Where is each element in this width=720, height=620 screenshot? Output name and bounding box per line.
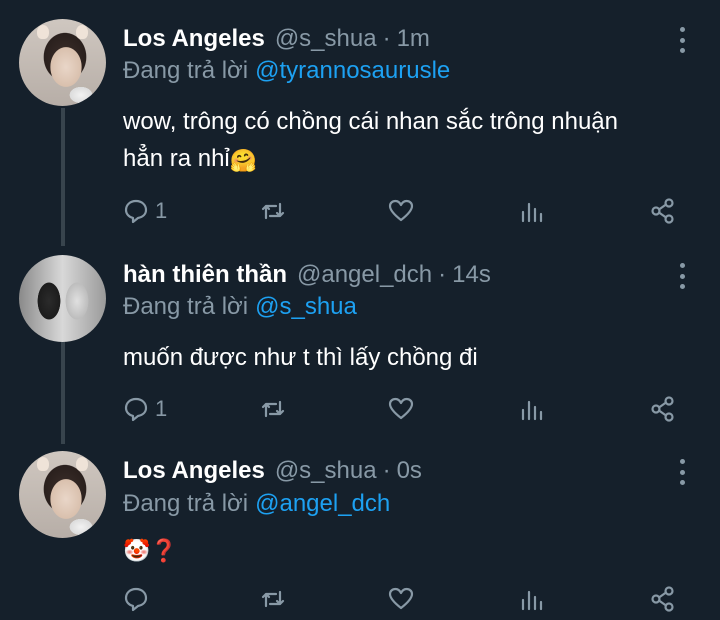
avatar[interactable]: [19, 19, 106, 106]
like-icon: [388, 587, 414, 610]
tweet-text: wow, trông có chồng cái nhan sắc trông n…: [123, 103, 693, 179]
separator: ·: [438, 261, 447, 288]
retweet-icon: [261, 590, 285, 608]
timestamp[interactable]: 14s: [452, 261, 491, 289]
retweet-icon: [261, 202, 285, 220]
avatar[interactable]: [19, 451, 106, 538]
tweet-text-line: muốn được như t thì lấy chồng đi: [123, 344, 478, 371]
tweet-text: muốn được như t thì lấy chồng đi: [123, 339, 693, 376]
analytics-icon: [521, 590, 543, 611]
analytics-button[interactable]: [519, 196, 545, 226]
retweet-button[interactable]: [260, 394, 286, 424]
like-button[interactable]: [388, 584, 414, 614]
share-icon: [651, 396, 674, 422]
like-button[interactable]: [388, 196, 414, 226]
reply-count: 1: [155, 198, 168, 223]
analytics-button[interactable]: [519, 584, 545, 614]
user-handle[interactable]: @s_shua: [275, 457, 377, 485]
reply-mention[interactable]: @s_shua: [255, 293, 357, 320]
share-button[interactable]: [650, 394, 676, 424]
tweet[interactable]: hàn thiên thần @angel_dch · 14s Đang trả…: [0, 240, 720, 435]
like-button[interactable]: [388, 394, 414, 424]
reply-prefix: Đang trả lời: [123, 293, 249, 320]
retweet-icon: [261, 400, 285, 418]
tweet-actions: 1: [123, 394, 683, 424]
avatar[interactable]: [19, 255, 106, 342]
separator: ·: [382, 25, 391, 52]
reply-mention[interactable]: @angel_dch: [255, 490, 390, 517]
share-button[interactable]: [650, 584, 676, 614]
analytics-icon: [521, 202, 543, 223]
reply-icon: [124, 587, 148, 612]
analytics-button[interactable]: [519, 394, 545, 424]
tweet-text-line: wow, trông có chồng cái nhan sắc trông n…: [123, 108, 618, 135]
reply-button[interactable]: 1: [123, 394, 167, 424]
reply-prefix: Đang trả lời: [123, 57, 249, 84]
reply-button[interactable]: [123, 584, 155, 614]
timestamp[interactable]: 0s: [397, 457, 422, 485]
display-name[interactable]: hàn thiên thần: [123, 261, 287, 289]
clown-question-emoji: 🤡❓: [123, 538, 178, 563]
retweet-button[interactable]: [260, 584, 286, 614]
display-name[interactable]: Los Angeles: [123, 25, 265, 53]
analytics-icon: [521, 400, 543, 421]
share-icon: [651, 198, 674, 224]
tweet[interactable]: Los Angeles @s_shua · 0s Đang trả lời @an…: [0, 435, 720, 620]
share-button[interactable]: [650, 196, 676, 226]
like-icon: [388, 397, 414, 420]
display-name[interactable]: Los Angeles: [123, 457, 265, 485]
more-options-icon[interactable]: [676, 263, 688, 289]
retweet-button[interactable]: [260, 196, 286, 226]
hug-emoji: 🤗: [229, 148, 258, 173]
user-handle[interactable]: @angel_dch: [297, 261, 432, 289]
more-options-icon[interactable]: [676, 27, 688, 53]
tweet-text: 🤡❓: [123, 530, 693, 569]
share-icon: [651, 586, 674, 612]
reply-icon: [124, 199, 148, 224]
user-handle[interactable]: @s_shua: [275, 25, 377, 53]
reply-prefix: Đang trả lời: [123, 490, 249, 517]
reply-mention[interactable]: @tyrannosaurusle: [255, 57, 450, 84]
like-icon: [388, 199, 414, 222]
tweet[interactable]: Los Angeles @s_shua · 1m Đang trả lời @ty…: [0, 0, 720, 240]
reply-count: 1: [155, 396, 168, 421]
tweet-actions: [123, 584, 683, 614]
timestamp[interactable]: 1m: [397, 25, 430, 53]
separator: ·: [382, 457, 391, 484]
more-options-icon[interactable]: [676, 459, 688, 485]
reply-button[interactable]: 1: [123, 196, 167, 226]
tweet-actions: 1: [123, 196, 683, 226]
tweet-text-line: hẳn ra nhỉ: [123, 145, 230, 172]
reply-icon: [124, 397, 148, 422]
